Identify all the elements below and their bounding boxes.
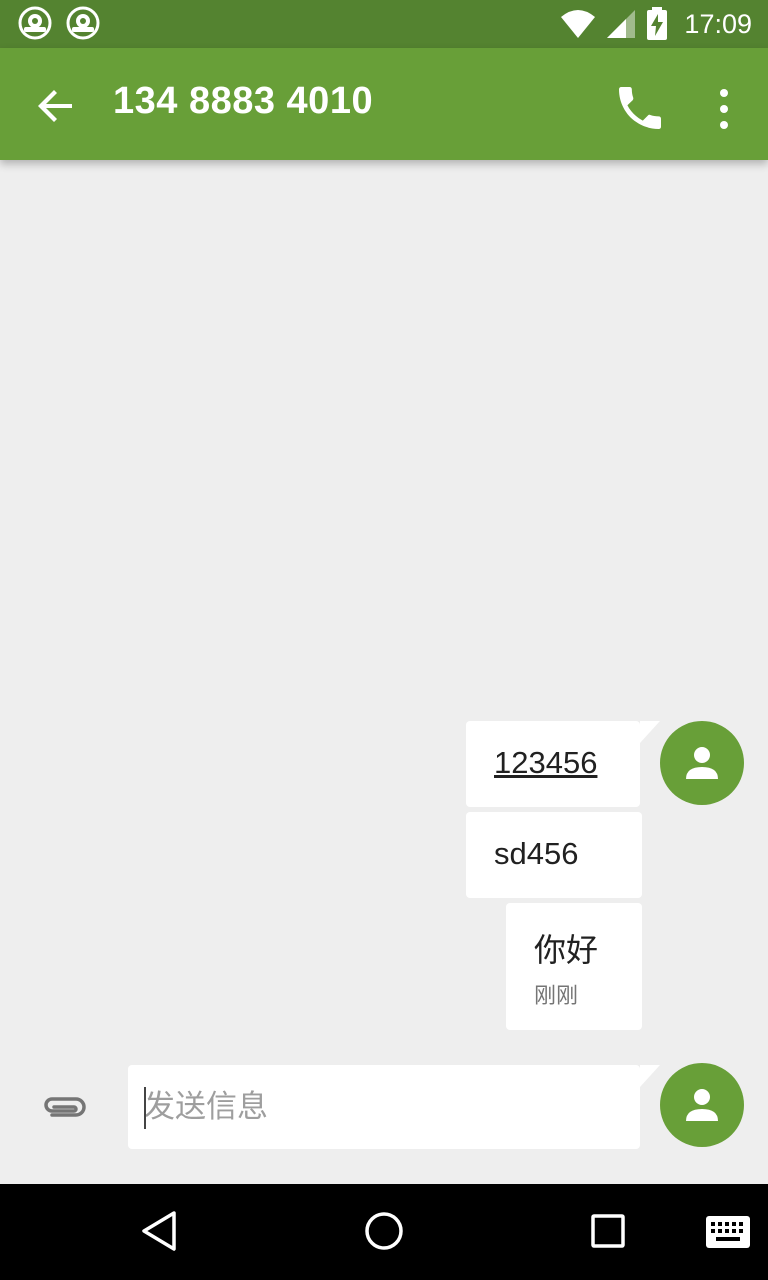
message-text: 你好 <box>534 932 599 968</box>
person-icon <box>686 1089 718 1121</box>
nav-recents-icon[interactable] <box>584 1207 632 1255</box>
message-bubble[interactable]: 你好 刚刚 <box>506 903 642 1030</box>
battery-charging-icon <box>647 7 668 40</box>
compose-box[interactable] <box>128 1065 660 1149</box>
arrow-back-icon[interactable] <box>32 82 80 130</box>
status-time: 17:09 <box>684 8 752 39</box>
text-cursor <box>144 1087 146 1129</box>
message-text[interactable]: 123456 <box>494 745 597 781</box>
send-avatar-button[interactable] <box>660 1063 744 1147</box>
status-bar: 17:09 <box>0 0 768 48</box>
more-vert-icon[interactable] <box>708 84 740 134</box>
message-bubble[interactable]: sd456 <box>466 812 642 898</box>
app-bar: 134 8883 4010 <box>0 48 768 160</box>
conversation-title: 134 8883 4010 <box>113 80 374 122</box>
paperclip-icon[interactable] <box>40 1087 88 1127</box>
nav-home-icon[interactable] <box>360 1207 408 1255</box>
wifi-icon <box>561 10 596 38</box>
nav-back-icon[interactable] <box>136 1207 184 1255</box>
cell-signal-icon <box>607 10 636 38</box>
notification-app-icon <box>18 6 52 40</box>
sender-avatar[interactable] <box>660 721 744 805</box>
message-text: sd456 <box>494 836 579 871</box>
notification-app-icon <box>66 6 100 40</box>
message-bubble[interactable]: 123456 <box>466 721 660 807</box>
keyboard-icon[interactable] <box>704 1212 752 1252</box>
person-icon <box>686 747 718 779</box>
message-timestamp: 刚刚 <box>534 983 579 1008</box>
message-input[interactable] <box>144 1065 624 1149</box>
phone-icon[interactable] <box>612 80 668 136</box>
